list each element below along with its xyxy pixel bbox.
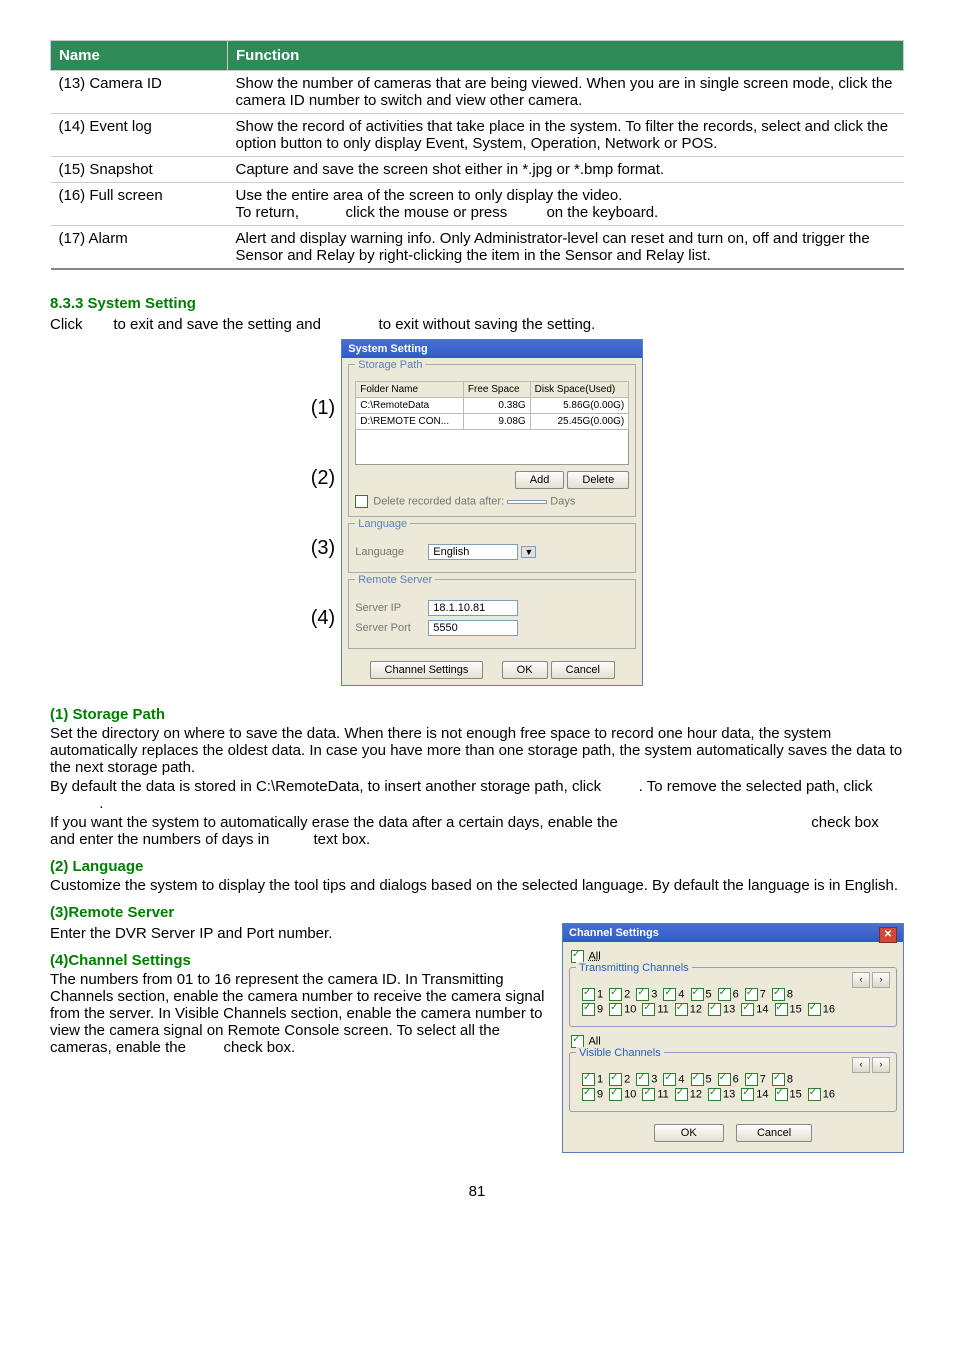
add-button[interactable]: Add <box>515 471 565 489</box>
dialog-title: Channel Settings ✕ <box>563 924 903 942</box>
prev-icon[interactable]: ‹ <box>852 972 870 988</box>
channel-heading: (4)Channel Settings <box>50 952 550 969</box>
delete-after-checkbox[interactable] <box>355 495 368 508</box>
channel-checkbox[interactable]: 1 <box>582 988 603 1001</box>
language-heading: (2) Language <box>50 858 904 875</box>
cancel-button[interactable]: Cancel <box>736 1124 812 1142</box>
table-row: (16) Full screen Use the entire area of … <box>51 183 904 226</box>
storage-row[interactable]: C:\RemoteData 0.38G 5.86G(0.00G) <box>356 398 629 414</box>
channel-checkbox[interactable]: 16 <box>808 1088 835 1101</box>
channel-checkbox[interactable]: 14 <box>741 1088 768 1101</box>
channel-checkbox[interactable]: 7 <box>745 988 766 1001</box>
section-title: 8.3.3 System Setting <box>50 295 904 312</box>
channel-checkbox[interactable]: 8 <box>772 1073 793 1086</box>
figure-callouts: (1) (2) (3) (4) <box>311 373 335 653</box>
reference-table: Name Function (13) Camera ID Show the nu… <box>50 40 904 270</box>
server-ip-input[interactable]: 18.1.10.81 <box>428 600 518 616</box>
server-port-input[interactable]: 5550 <box>428 620 518 636</box>
channel-checkbox[interactable]: 3 <box>636 1073 657 1086</box>
next-icon[interactable]: › <box>872 972 890 988</box>
language-body: Customize the system to display the tool… <box>50 877 904 894</box>
channel-checkbox[interactable]: 4 <box>663 1073 684 1086</box>
table-row: (15) Snapshot Capture and save the scree… <box>51 157 904 183</box>
storage-table: Folder Name Free Space Disk Space(Used) … <box>355 381 629 465</box>
channel-checkbox[interactable]: 6 <box>718 988 739 1001</box>
close-icon[interactable]: ✕ <box>879 927 897 943</box>
storage-row[interactable]: D:\REMOTE CON... 9.08G 25.45G(0.00G) <box>356 414 629 430</box>
table-row: (13) Camera ID Show the number of camera… <box>51 71 904 114</box>
channel-checkbox[interactable]: 5 <box>691 988 712 1001</box>
channel-checkbox[interactable]: 13 <box>708 1088 735 1101</box>
ok-button[interactable]: OK <box>654 1124 724 1142</box>
channel-checkbox[interactable]: 8 <box>772 988 793 1001</box>
channel-checkbox[interactable]: 12 <box>675 1003 702 1016</box>
prev-icon[interactable]: ‹ <box>852 1057 870 1073</box>
channel-checkbox[interactable]: 6 <box>718 1073 739 1086</box>
remote-heading: (3)Remote Server <box>50 904 904 921</box>
storage-p1: Set the directory on where to save the d… <box>50 725 904 776</box>
channel-checkbox[interactable]: 11 <box>642 1088 668 1101</box>
dialog-title: System Setting <box>342 340 642 358</box>
system-setting-figure: (1) (2) (3) (4) System Setting Storage P… <box>50 339 904 686</box>
channel-body: The numbers from 01 to 16 represent the … <box>50 971 550 1056</box>
language-panel: Language Language English ▼ <box>348 523 636 573</box>
channel-checkbox[interactable]: 5 <box>691 1073 712 1086</box>
channel-settings-dialog: Channel Settings ✕ All Transmitting Chan… <box>562 923 904 1153</box>
storage-p2: By default the data is stored in C:\Remo… <box>50 778 904 812</box>
table-row: (17) Alarm Alert and display warning inf… <box>51 226 904 270</box>
channel-checkbox[interactable]: 11 <box>642 1003 668 1016</box>
channel-checkbox[interactable]: 16 <box>808 1003 835 1016</box>
channel-checkbox[interactable]: 9 <box>582 1003 603 1016</box>
table-row: (14) Event log Show the record of activi… <box>51 114 904 157</box>
channel-checkbox[interactable]: 2 <box>609 1073 630 1086</box>
system-setting-dialog: System Setting Storage Path Folder Name … <box>341 339 643 686</box>
language-select[interactable]: English <box>428 544 518 560</box>
channel-checkbox[interactable]: 10 <box>609 1088 636 1101</box>
channel-checkbox[interactable]: 12 <box>675 1088 702 1101</box>
channel-checkbox[interactable]: 7 <box>745 1073 766 1086</box>
ok-button[interactable]: OK <box>502 661 548 679</box>
page-number: 81 <box>50 1183 904 1200</box>
delete-button[interactable]: Delete <box>567 471 629 489</box>
channel-checkbox[interactable]: 13 <box>708 1003 735 1016</box>
remote-body: Enter the DVR Server IP and Port number. <box>50 925 550 942</box>
storage-path-heading: (1) Storage Path <box>50 706 904 723</box>
transmitting-group: Transmitting Channels ‹ › 12345678 91011… <box>569 967 897 1027</box>
channel-checkbox[interactable]: 14 <box>741 1003 768 1016</box>
cancel-button[interactable]: Cancel <box>551 661 615 679</box>
chevron-down-icon[interactable]: ▼ <box>521 546 536 558</box>
remote-server-panel: Remote Server Server IP 18.1.10.81 Serve… <box>348 579 636 649</box>
intro-paragraph: Click OK to exit and save the setting an… <box>50 316 904 333</box>
channel-checkbox[interactable]: 15 <box>775 1003 802 1016</box>
col-function: Function <box>228 41 904 71</box>
channel-checkbox[interactable]: 1 <box>582 1073 603 1086</box>
days-input[interactable] <box>507 500 547 504</box>
channel-checkbox[interactable]: 10 <box>609 1003 636 1016</box>
storage-p3: If you want the system to automatically … <box>50 814 904 848</box>
channel-settings-button[interactable]: Channel Settings <box>370 661 484 679</box>
channel-checkbox[interactable]: 3 <box>636 988 657 1001</box>
storage-path-panel: Storage Path Folder Name Free Space Disk… <box>348 364 636 517</box>
next-icon[interactable]: › <box>872 1057 890 1073</box>
channel-checkbox[interactable]: 15 <box>775 1088 802 1101</box>
visible-group: Visible Channels ‹ › 12345678 9101112131… <box>569 1052 897 1112</box>
col-name: Name <box>51 41 228 71</box>
channel-checkbox[interactable]: 4 <box>663 988 684 1001</box>
channel-checkbox[interactable]: 2 <box>609 988 630 1001</box>
channel-checkbox[interactable]: 9 <box>582 1088 603 1101</box>
